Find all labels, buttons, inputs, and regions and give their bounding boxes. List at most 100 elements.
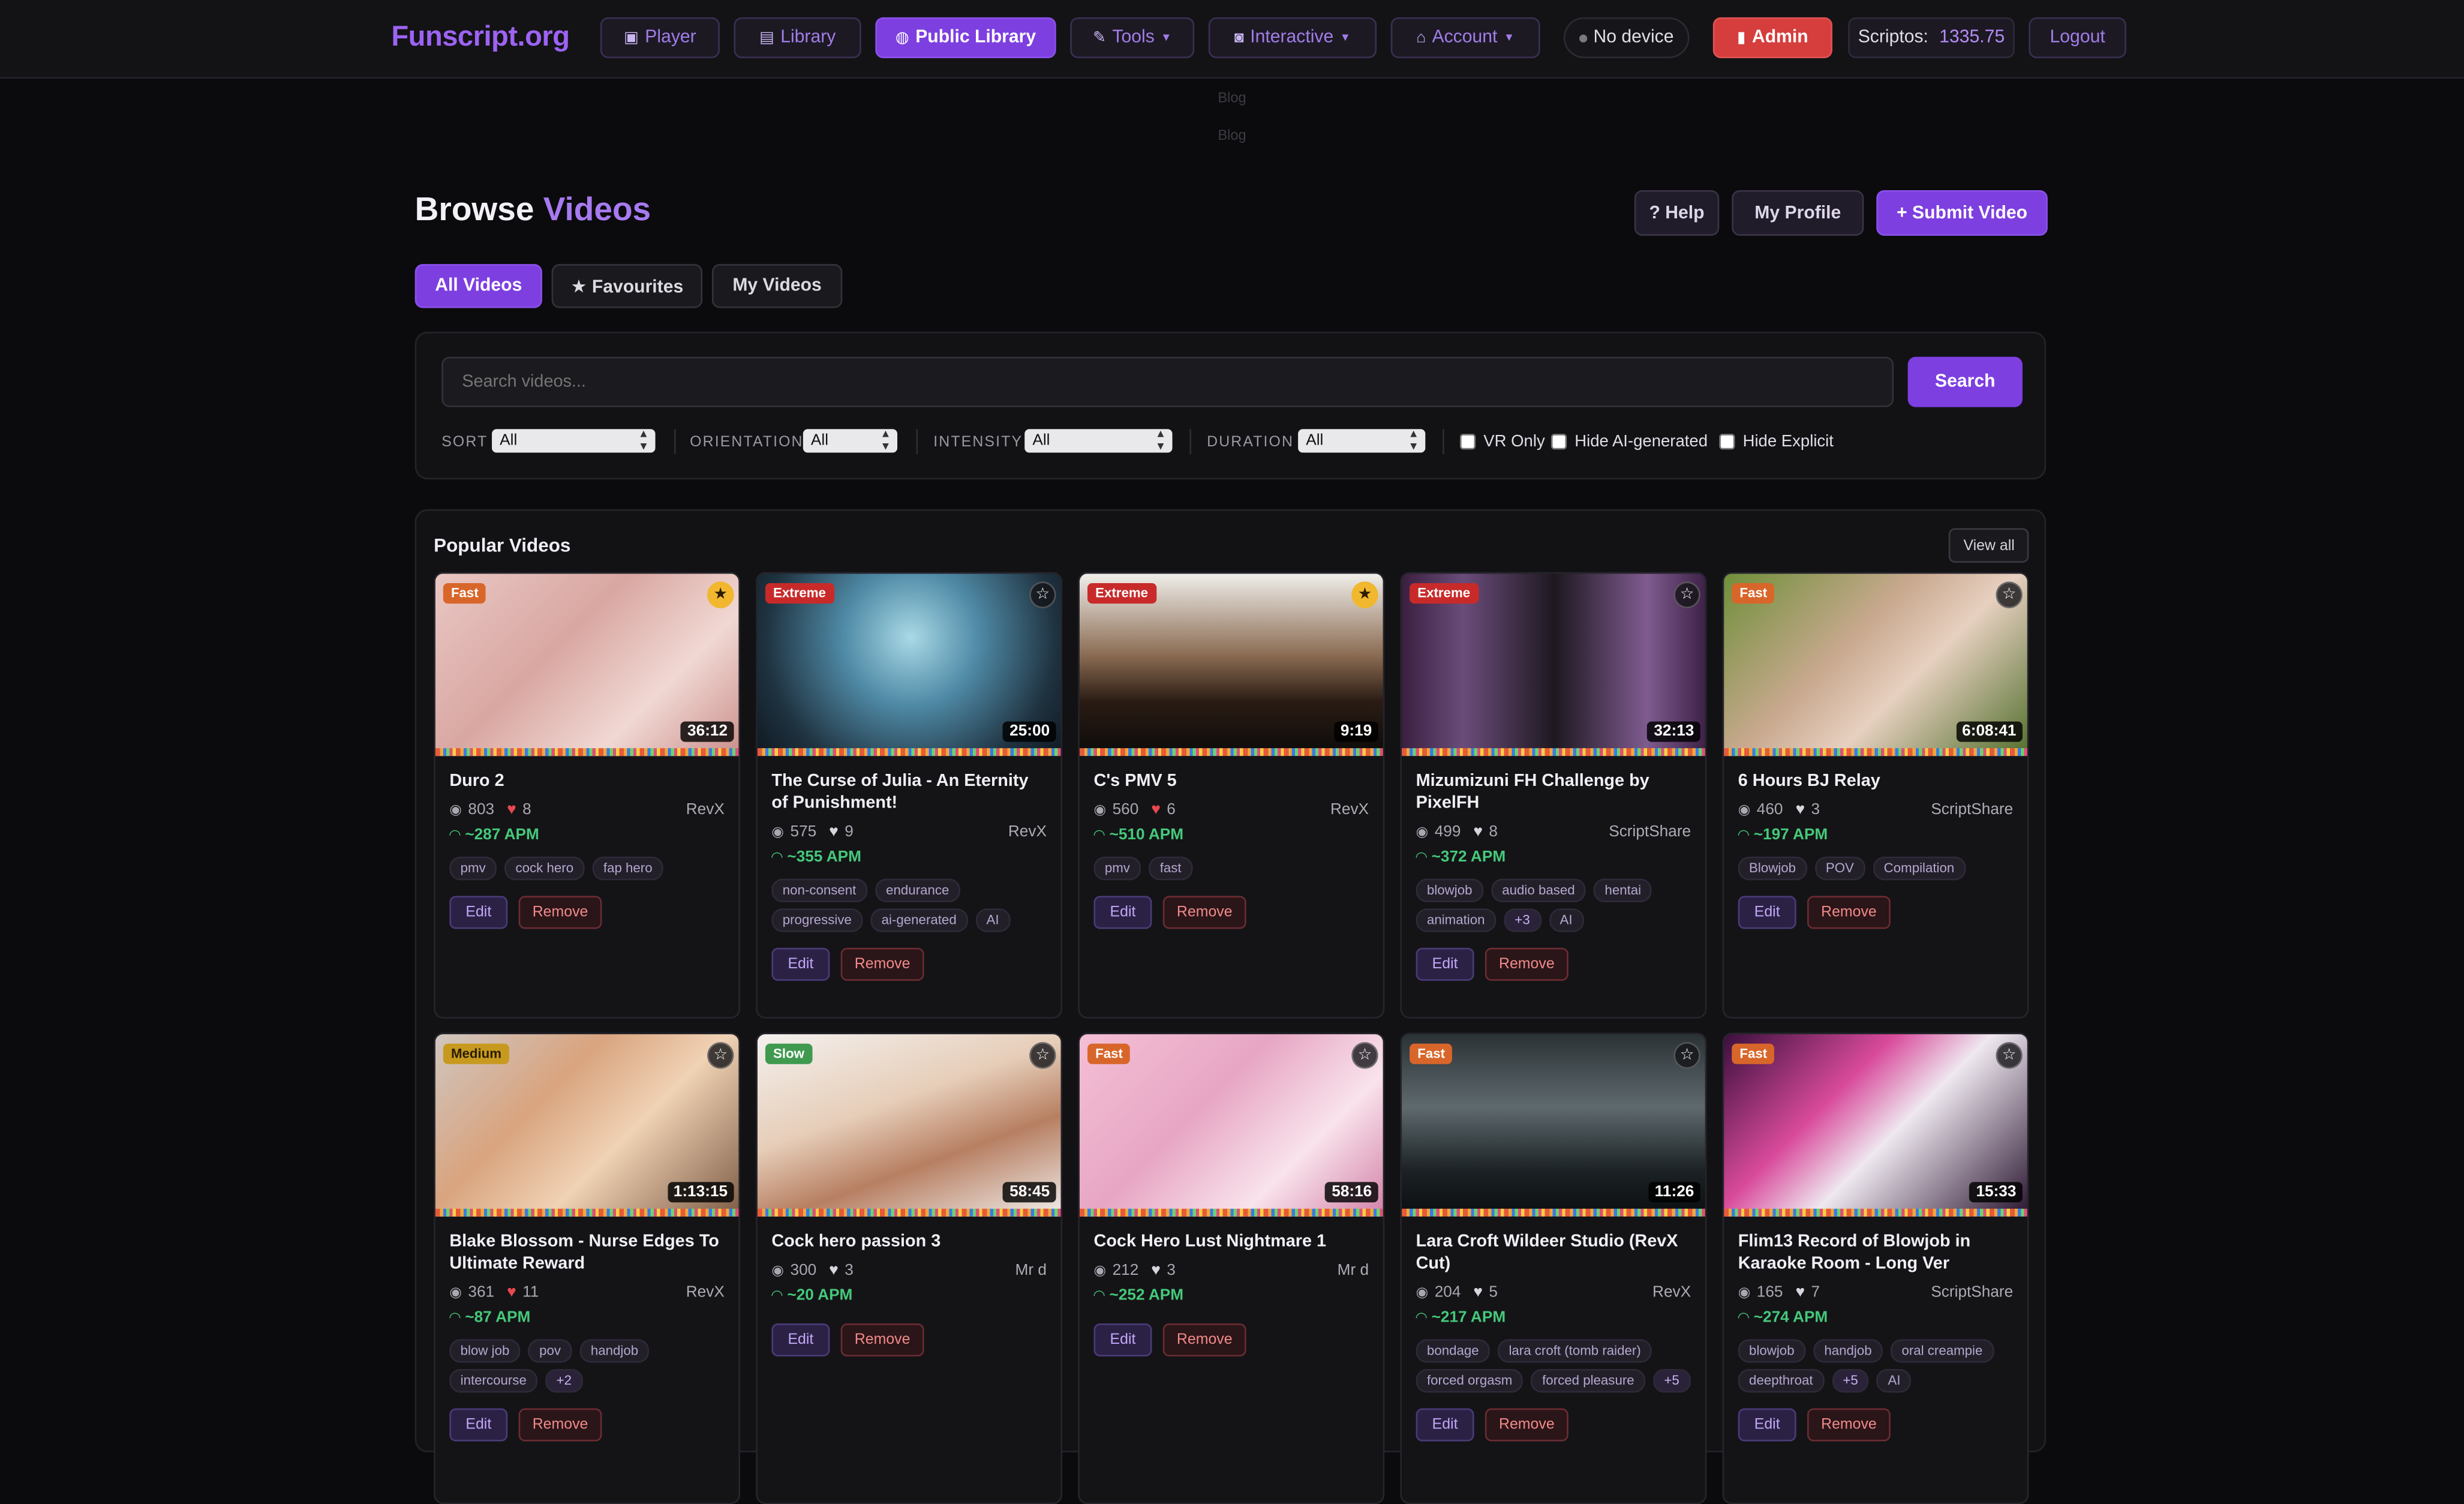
author-name[interactable]: RevX xyxy=(686,801,725,819)
video-card[interactable]: Slow ☆ 58:45 Cock hero passion 3 ◉ 300 ♥ 3 Mr d ◠… xyxy=(756,1032,1063,1504)
nav-tools-dropdown[interactable]: ✎ Tools ▼ xyxy=(1070,17,1195,58)
video-thumbnail[interactable]: Extreme ★ 9:19 xyxy=(1079,574,1383,756)
heart-icon[interactable]: ♥ xyxy=(829,1262,839,1280)
edit-button[interactable]: Edit xyxy=(1093,896,1152,929)
video-thumbnail[interactable]: Fast ☆ 11:26 xyxy=(1402,1034,1705,1217)
video-card[interactable]: Extreme ☆ 25:00 The Curse of Julia - An Ete… xyxy=(756,572,1063,1019)
favourite-star-icon[interactable]: ☆ xyxy=(1996,1042,2023,1069)
tag-chip[interactable]: blowjob xyxy=(1738,1339,1805,1363)
video-card[interactable]: Extreme ★ 9:19 C's PMV 5 ◉ 560 ♥ 6 RevX ◠ ~510 APM… xyxy=(1078,572,1385,1019)
tab-all-videos[interactable]: All Videos xyxy=(414,264,542,308)
video-thumbnail[interactable]: Fast ☆ 58:16 xyxy=(1079,1034,1383,1217)
nav-account-dropdown[interactable]: ⌂ Account ▼ xyxy=(1390,17,1540,58)
tag-chip[interactable]: handjob xyxy=(1813,1339,1883,1363)
tag-chip[interactable]: oral creampie xyxy=(1891,1339,1994,1363)
tag-chip[interactable]: progressive xyxy=(771,908,863,932)
video-title[interactable]: 6 Hours BJ Relay xyxy=(1738,770,2014,792)
author-name[interactable]: RevX xyxy=(1652,1284,1691,1302)
heart-icon[interactable]: ♥ xyxy=(1795,1284,1805,1302)
intensity-select[interactable]: All ▲ ▼ xyxy=(1024,429,1173,453)
favourite-star-icon[interactable]: ☆ xyxy=(1996,581,2023,608)
tag-chip[interactable]: audio based xyxy=(1491,878,1586,902)
tag-chip[interactable]: fap hero xyxy=(592,856,663,881)
tag-chip[interactable]: Compilation xyxy=(1873,856,1966,881)
video-title[interactable]: C's PMV 5 xyxy=(1094,770,1369,792)
checkbox-box[interactable] xyxy=(1719,434,1735,450)
tag-chip[interactable]: intercourse xyxy=(449,1369,538,1393)
edit-button[interactable]: Edit xyxy=(1093,1323,1152,1357)
heart-icon[interactable]: ♥ xyxy=(507,1284,516,1302)
author-name[interactable]: ScriptShare xyxy=(1609,824,1691,841)
video-card[interactable]: Fast ★ 36:12 Duro 2 ◉ 803 ♥ 8 RevX ◠ ~287 APM pmv co… xyxy=(434,572,741,1019)
tag-chip[interactable]: deepthroat xyxy=(1738,1369,1824,1393)
author-name[interactable]: Mr d xyxy=(1338,1262,1369,1280)
tag-chip[interactable]: blowjob xyxy=(1416,878,1483,902)
tag-chip[interactable]: ai-generated xyxy=(870,908,968,932)
tag-chip[interactable]: non-consent xyxy=(771,878,867,902)
author-name[interactable]: RevX xyxy=(1008,824,1047,841)
device-status[interactable]: No device xyxy=(1563,17,1690,58)
blog-link[interactable]: Blog xyxy=(0,127,2464,143)
tag-chip[interactable]: pov xyxy=(528,1339,572,1363)
tag-chip[interactable]: Blowjob xyxy=(1738,856,1807,881)
remove-button[interactable]: Remove xyxy=(1807,896,1891,929)
tag-chip[interactable]: +5 xyxy=(1653,1369,1691,1393)
nav-player-button[interactable]: ▣ Player xyxy=(600,17,720,58)
video-card[interactable]: Extreme ☆ 32:13 Mizumizuni FH Challenge by … xyxy=(1400,572,1707,1019)
hide-explicit-checkbox[interactable]: Hide Explicit xyxy=(1719,432,1834,451)
heart-icon[interactable]: ♥ xyxy=(829,824,839,841)
tag-chip[interactable]: hentai xyxy=(1594,878,1652,902)
tag-chip[interactable]: AI xyxy=(975,908,1010,932)
tag-chip[interactable]: endurance xyxy=(875,878,960,902)
edit-button[interactable]: Edit xyxy=(1738,896,1796,929)
video-title[interactable]: Cock Hero Lust Nightmare 1 xyxy=(1094,1230,1369,1253)
edit-button[interactable]: Edit xyxy=(1416,947,1474,981)
tag-chip[interactable]: pmv xyxy=(449,856,497,881)
video-title[interactable]: Lara Croft Wildeer Studio (RevX Cut) xyxy=(1416,1230,1691,1274)
search-button[interactable]: Search xyxy=(1907,356,2023,407)
tag-chip[interactable]: blow job xyxy=(449,1339,521,1363)
view-all-button[interactable]: View all xyxy=(1949,528,2029,563)
video-title[interactable]: Flim13 Record of Blowjob in Karaoke Room… xyxy=(1738,1230,2014,1274)
nav-public-library-button[interactable]: ◍ Public Library xyxy=(875,17,1056,58)
video-thumbnail[interactable]: Extreme ☆ 32:13 xyxy=(1402,574,1705,756)
tag-chip[interactable]: cock hero xyxy=(504,856,585,881)
remove-button[interactable]: Remove xyxy=(1485,947,1568,981)
video-card[interactable]: Fast ☆ 58:16 Cock Hero Lust Nightmare 1 ◉ 212… xyxy=(1078,1032,1385,1504)
tag-chip[interactable]: +2 xyxy=(545,1369,583,1393)
my-profile-button[interactable]: My Profile xyxy=(1732,190,1864,236)
video-thumbnail[interactable]: Slow ☆ 58:45 xyxy=(757,1034,1061,1217)
tag-chip[interactable]: POV xyxy=(1814,856,1865,881)
tab-favourites[interactable]: ★ Favourites xyxy=(551,264,703,308)
favourite-star-icon[interactable]: ★ xyxy=(707,581,734,608)
tag-chip[interactable]: lara croft (tomb raider) xyxy=(1498,1339,1652,1363)
video-title[interactable]: Duro 2 xyxy=(449,770,725,792)
video-thumbnail[interactable]: Fast ☆ 6:08:41 xyxy=(1724,574,2027,756)
checkbox-box[interactable] xyxy=(1459,434,1476,450)
help-button[interactable]: ? Help xyxy=(1634,190,1720,236)
favourite-star-icon[interactable]: ☆ xyxy=(1351,1042,1378,1069)
edit-button[interactable]: Edit xyxy=(449,896,508,929)
video-thumbnail[interactable]: Fast ☆ 15:33 xyxy=(1724,1034,2027,1217)
heart-icon[interactable]: ♥ xyxy=(1151,801,1161,819)
duration-select[interactable]: All ▲ ▼ xyxy=(1298,429,1426,453)
author-name[interactable]: RevX xyxy=(686,1284,725,1302)
heart-icon[interactable]: ♥ xyxy=(1473,1284,1483,1302)
nav-interactive-dropdown[interactable]: ◙ Interactive ▼ xyxy=(1208,17,1377,58)
video-card[interactable]: Medium ☆ 1:13:15 Blake Blossom - Nurse Edge… xyxy=(434,1032,741,1504)
favourite-star-icon[interactable]: ☆ xyxy=(707,1042,734,1069)
video-card[interactable]: Fast ☆ 15:33 Flim13 Record of Blowjob in Ka… xyxy=(1722,1032,2029,1504)
tab-my-videos[interactable]: My Videos xyxy=(711,264,843,308)
video-title[interactable]: Cock hero passion 3 xyxy=(771,1230,1047,1253)
logout-button[interactable]: Logout xyxy=(2029,17,2126,58)
tag-chip[interactable]: handjob xyxy=(579,1339,650,1363)
site-logo[interactable]: Funscript.org xyxy=(391,20,570,53)
orientation-select[interactable]: All ▲ ▼ xyxy=(803,429,898,453)
vr-only-checkbox[interactable]: VR Only xyxy=(1459,432,1545,451)
admin-button[interactable]: ▮ Admin xyxy=(1712,17,1832,58)
tag-chip[interactable]: forced orgasm xyxy=(1416,1369,1524,1393)
author-name[interactable]: ScriptShare xyxy=(1931,1284,2013,1302)
tag-chip[interactable]: pmv xyxy=(1093,856,1141,881)
heart-icon[interactable]: ♥ xyxy=(507,801,516,819)
nav-library-button[interactable]: ▤ Library xyxy=(734,17,861,58)
